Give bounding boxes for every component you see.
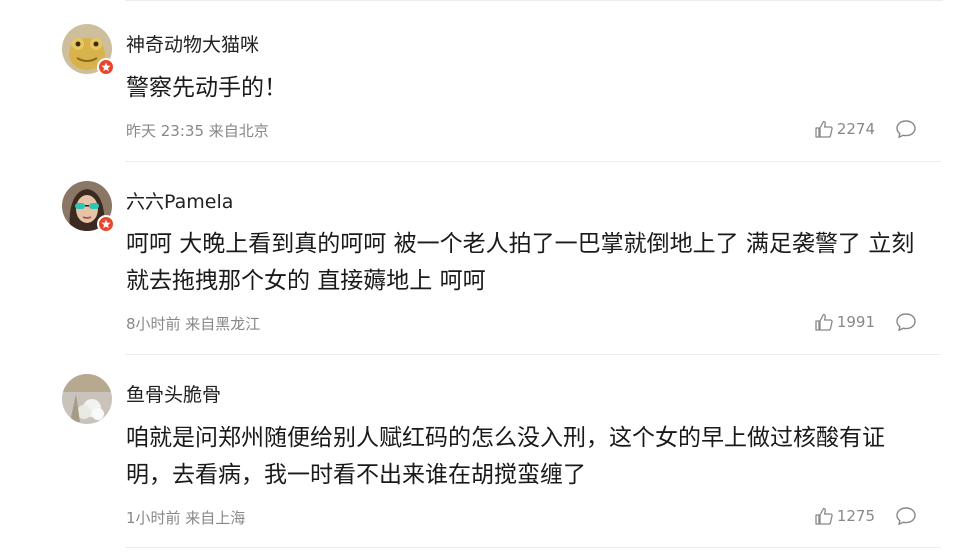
comment-meta: 1小时前 来自上海 bbox=[126, 509, 246, 527]
thumbs-up-icon bbox=[815, 313, 833, 331]
like-count: 1275 bbox=[836, 507, 875, 525]
avatar[interactable] bbox=[62, 24, 115, 76]
comment-meta: 8小时前 来自黑龙江 bbox=[126, 315, 261, 333]
comment-bubble-icon bbox=[896, 120, 916, 138]
flowers-avatar-icon bbox=[62, 374, 112, 424]
username[interactable]: 六六Pamela bbox=[126, 187, 233, 214]
top-divider bbox=[125, 0, 943, 1]
thumbs-up-icon bbox=[815, 120, 833, 138]
avatar[interactable] bbox=[62, 181, 115, 233]
divider bbox=[125, 547, 941, 548]
reply-button[interactable] bbox=[895, 506, 917, 526]
thumbs-up-icon bbox=[815, 507, 833, 525]
reply-button[interactable] bbox=[895, 119, 917, 139]
comment-text: 警察先动手的！ bbox=[126, 75, 287, 101]
like-count: 1991 bbox=[836, 313, 875, 331]
like-button[interactable]: 1991 bbox=[814, 312, 875, 332]
reply-button[interactable] bbox=[895, 312, 917, 332]
like-count: 2274 bbox=[836, 120, 875, 138]
username[interactable]: 鱼骨头脆骨 bbox=[126, 380, 221, 407]
like-button[interactable]: 2274 bbox=[814, 119, 875, 139]
comment-bubble-icon bbox=[896, 507, 916, 525]
comment-text: 咱就是问郑州随便给别人赋红码的怎么没入刑，这个女的早上做过核酸有证明，去看病，我… bbox=[126, 425, 885, 488]
like-button[interactable]: 1275 bbox=[814, 506, 875, 526]
divider bbox=[125, 161, 941, 162]
comment-meta: 昨天 23:35 来自北京 bbox=[126, 122, 269, 140]
comment-text: 呵呵 大晚上看到真的呵呵 被一个老人拍了一巴掌就倒地上了 满足袭警了 立刻就去拖… bbox=[126, 231, 915, 294]
verified-badge-icon bbox=[97, 58, 115, 76]
divider bbox=[125, 354, 941, 355]
comment-bubble-icon bbox=[896, 313, 916, 331]
avatar[interactable] bbox=[62, 374, 112, 424]
verified-badge-icon bbox=[97, 215, 115, 233]
username[interactable]: 神奇动物大猫咪 bbox=[126, 30, 259, 57]
